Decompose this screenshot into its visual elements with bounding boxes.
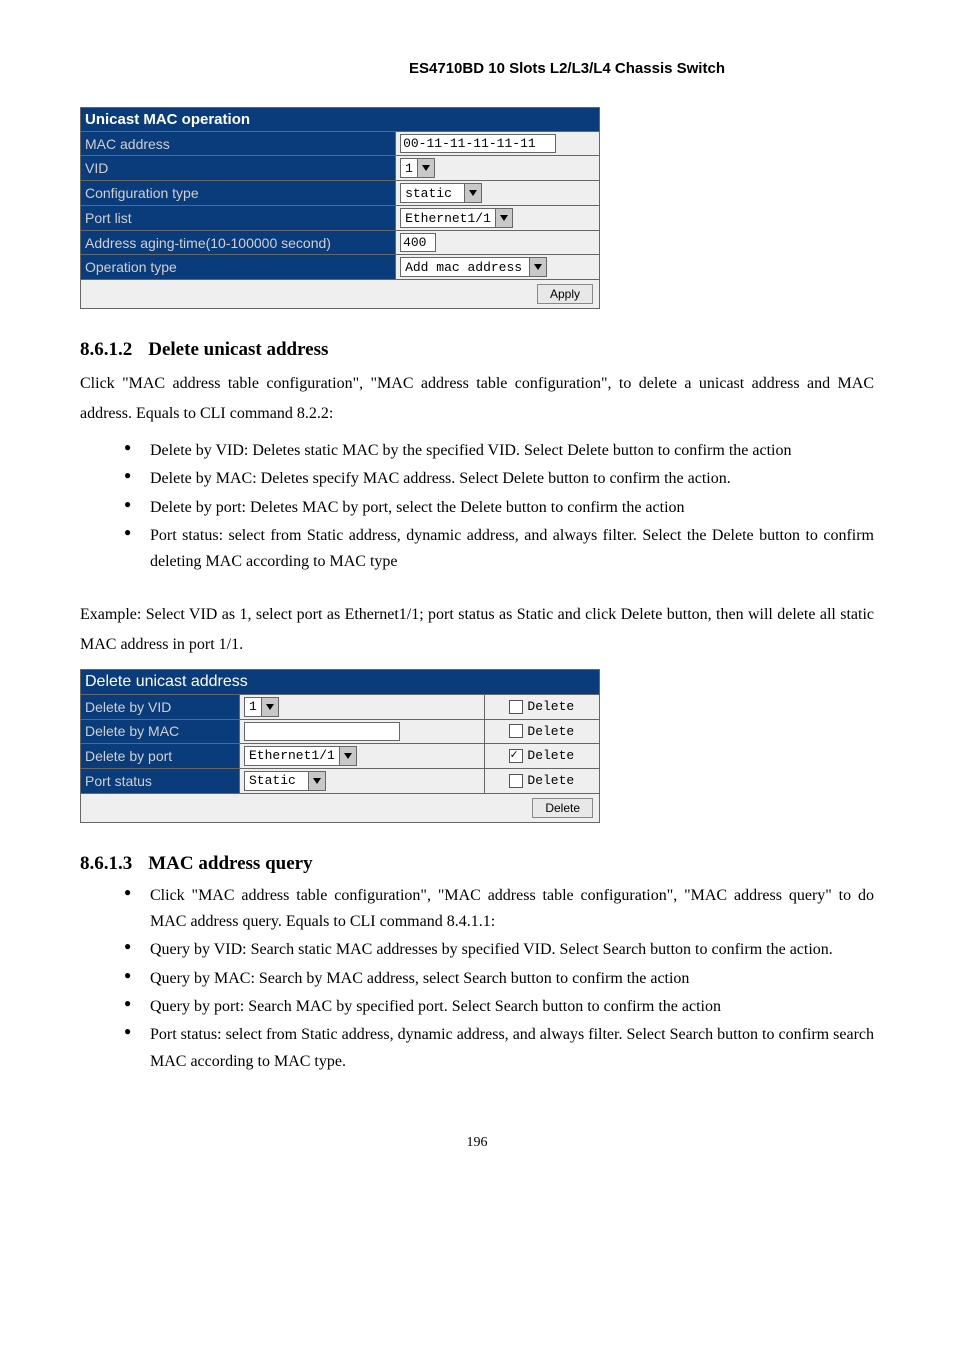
list-item: Click "MAC address table configuration",…: [80, 883, 874, 936]
delete-by-mac-checkbox[interactable]: [509, 724, 523, 738]
paragraph: Example: Select VID as 1, select port as…: [80, 600, 874, 661]
chevron-down-icon: [464, 184, 481, 202]
checkbox-label: Delete: [527, 699, 574, 714]
section-number: 8.6.1.2: [80, 339, 132, 361]
list-item: Delete by port: Deletes MAC by port, sel…: [80, 495, 874, 521]
port-list-value: Ethernet1/1: [401, 211, 495, 226]
unicast-mac-operation-table: Unicast MAC operation MAC address VID 1 …: [80, 107, 600, 309]
mac-address-label: MAC address: [81, 132, 396, 156]
delete-unicast-address-table: Delete unicast address Delete by VID 1 D…: [80, 669, 600, 823]
delete-by-port-label: Delete by port: [81, 743, 240, 768]
checkbox-label: Delete: [527, 748, 574, 763]
port-list-select[interactable]: Ethernet1/1: [400, 208, 513, 228]
table-title: Unicast MAC operation: [81, 108, 600, 132]
list-item: Query by port: Search MAC by specified p…: [80, 994, 874, 1020]
page-number: 196: [80, 1135, 874, 1151]
list-item: Delete by MAC: Deletes specify MAC addre…: [80, 466, 874, 492]
config-type-select[interactable]: static: [400, 183, 482, 203]
delete-by-port-checkbox[interactable]: [509, 749, 523, 763]
delete-by-port-select[interactable]: Ethernet1/1: [244, 746, 357, 766]
chevron-down-icon: [417, 159, 434, 177]
section-heading: 8.6.1.2 Delete unicast address: [80, 339, 874, 361]
port-status-label: Port status: [81, 768, 240, 793]
list-item: Port status: select from Static address,…: [80, 523, 874, 576]
list-item: Port status: select from Static address,…: [80, 1022, 874, 1075]
section-title: MAC address query: [148, 853, 312, 874]
chevron-down-icon: [261, 698, 278, 716]
config-type-label: Configuration type: [81, 181, 396, 206]
apply-button[interactable]: Apply: [537, 284, 593, 304]
aging-time-input[interactable]: [400, 233, 436, 252]
delete-by-vid-label: Delete by VID: [81, 694, 240, 719]
chevron-down-icon: [339, 747, 356, 765]
checkbox-label: Delete: [527, 724, 574, 739]
config-type-value: static: [401, 186, 464, 201]
paragraph: Click "MAC address table configuration",…: [80, 369, 874, 430]
port-status-select[interactable]: Static: [244, 771, 326, 791]
delete-by-vid-value: 1: [245, 699, 261, 714]
list-item: Query by VID: Search static MAC addresse…: [80, 937, 874, 963]
operation-type-select[interactable]: Add mac address: [400, 257, 547, 277]
vid-select[interactable]: 1: [400, 158, 435, 178]
port-status-checkbox[interactable]: [509, 774, 523, 788]
section-heading: 8.6.1.3 MAC address query: [80, 853, 874, 875]
delete-button[interactable]: Delete: [532, 798, 593, 818]
delete-by-vid-select[interactable]: 1: [244, 697, 279, 717]
port-list-label: Port list: [81, 206, 396, 231]
delete-by-mac-input[interactable]: [244, 722, 400, 741]
list-item: Delete by VID: Deletes static MAC by the…: [80, 438, 874, 464]
operation-type-label: Operation type: [81, 255, 396, 280]
delete-by-vid-checkbox[interactable]: [509, 700, 523, 714]
delete-by-port-value: Ethernet1/1: [245, 748, 339, 763]
port-status-value: Static: [245, 773, 308, 788]
vid-select-value: 1: [401, 161, 417, 176]
operation-type-value: Add mac address: [401, 260, 529, 275]
aging-time-label: Address aging-time(10-100000 second): [81, 231, 396, 255]
chevron-down-icon: [308, 772, 325, 790]
bullet-list: Click "MAC address table configuration",…: [80, 883, 874, 1076]
section-number: 8.6.1.3: [80, 853, 132, 875]
table-title: Delete unicast address: [81, 669, 600, 694]
chevron-down-icon: [495, 209, 512, 227]
document-header: ES4710BD 10 Slots L2/L3/L4 Chassis Switc…: [80, 60, 874, 77]
list-item: Query by MAC: Search by MAC address, sel…: [80, 966, 874, 992]
vid-label: VID: [81, 156, 396, 181]
section-title: Delete unicast address: [148, 339, 328, 360]
delete-by-mac-label: Delete by MAC: [81, 719, 240, 743]
mac-address-input[interactable]: [400, 134, 556, 153]
bullet-list: Delete by VID: Deletes static MAC by the…: [80, 438, 874, 576]
chevron-down-icon: [529, 258, 546, 276]
checkbox-label: Delete: [527, 773, 574, 788]
